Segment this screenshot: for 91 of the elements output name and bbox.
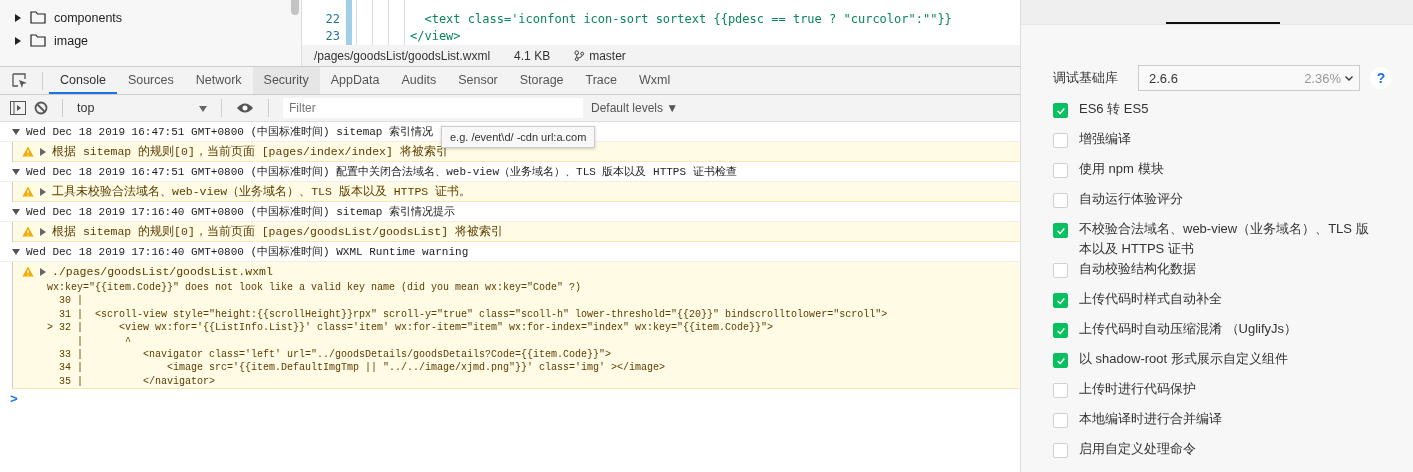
devtools-tab[interactable]: Sources bbox=[116, 67, 185, 94]
context-select[interactable]: top bbox=[77, 101, 207, 115]
devtools-tab[interactable]: Wxml bbox=[628, 67, 682, 94]
library-version-select[interactable]: 2.6.6 2.36% bbox=[1138, 65, 1360, 91]
expand-arrow-icon[interactable] bbox=[12, 167, 20, 176]
checkbox[interactable] bbox=[1053, 413, 1068, 428]
tooltip: e.g. /event\d/ -cdn url:a.com bbox=[441, 126, 596, 148]
eye-icon[interactable] bbox=[236, 102, 254, 114]
warning-message: ./pages/goodsList/goodsList.wxml bbox=[52, 265, 273, 278]
log-group-title[interactable]: Wed Dec 18 2019 17:16:40 GMT+0800 (中国标准时间) WXML Runtime warning bbox=[26, 244, 469, 259]
option-label: 自动校验结构化数据 bbox=[1079, 260, 1197, 278]
line-number: 22 bbox=[324, 11, 340, 28]
log-group-title[interactable]: Wed Dec 18 2019 17:16:40 GMT+0800 (中国标准时间) sitemap 索引情况提示 bbox=[26, 204, 456, 219]
file-size: 4.1 KB bbox=[514, 48, 551, 63]
checkbox[interactable] bbox=[1053, 133, 1068, 148]
devtools-tab[interactable]: Sensor bbox=[447, 67, 509, 94]
checkbox[interactable] bbox=[1053, 223, 1068, 238]
check-icon bbox=[1055, 225, 1066, 236]
expand-arrow-icon[interactable] bbox=[14, 13, 22, 22]
branch-icon bbox=[574, 50, 586, 61]
folder-icon bbox=[30, 11, 46, 24]
expand-arrow-icon[interactable] bbox=[12, 207, 20, 216]
devtools-tab[interactable]: Storage bbox=[508, 67, 575, 94]
field-label: 调试基础库 bbox=[1053, 69, 1119, 87]
line-number: 23 bbox=[324, 28, 340, 45]
warning-icon bbox=[22, 226, 34, 237]
check-icon bbox=[1055, 105, 1066, 116]
sidebar-toggle-icon[interactable] bbox=[10, 101, 26, 115]
filter-field[interactable]: Filter bbox=[283, 98, 583, 118]
branch-name: master bbox=[589, 48, 626, 63]
option-label: 不校验合法域名、web-view（业务域名）、TLS 版本以及 HTTPS 证书 bbox=[1079, 220, 1370, 258]
checkbox[interactable] bbox=[1053, 353, 1068, 368]
devtools-tab[interactable]: Security bbox=[252, 67, 320, 94]
gutter-bar bbox=[346, 0, 352, 45]
option-label: 上传时进行代码保护 bbox=[1079, 380, 1197, 398]
inspect-icon[interactable] bbox=[12, 72, 28, 89]
checkbox[interactable] bbox=[1053, 263, 1068, 278]
file-path: /pages/goodsList/goodsList.wxml bbox=[314, 48, 491, 63]
checkbox[interactable] bbox=[1053, 443, 1068, 458]
option-label: 使用 npm 模块 bbox=[1079, 160, 1165, 178]
levels-dropdown[interactable]: Default levels ▼ bbox=[591, 101, 679, 115]
code-frame-line: 33 | <navigator class='left' url="../goodsDetails/goodsDetails?Code={{item.Code}}"> bbox=[58, 348, 613, 362]
code-frame-line: 35 | </navigator> bbox=[58, 374, 217, 389]
dropdown-arrow-icon[interactable] bbox=[199, 106, 207, 112]
folder-icon bbox=[30, 34, 46, 47]
option-label: 上传代码时样式自动补全 bbox=[1079, 290, 1223, 308]
check-icon bbox=[1055, 295, 1066, 306]
chevron-icon bbox=[1345, 75, 1353, 81]
expand-arrow-icon[interactable] bbox=[12, 247, 20, 256]
checkbox[interactable] bbox=[1053, 293, 1068, 308]
option-label: 本地编译时进行合并编译 bbox=[1079, 410, 1223, 428]
devtools-tab[interactable]: Network bbox=[184, 67, 253, 94]
code-frame-line: 34 | <image src='{{item.DefaultImgTmp || "../../image/xjmd.png"}}' class='img' ></image> bbox=[58, 361, 667, 375]
check-icon bbox=[1055, 325, 1066, 336]
checkbox[interactable] bbox=[1053, 193, 1068, 208]
warning-message: 根据 sitemap 的规则[0]，当前页面 [pages/goodsList/goodsList] 将被索引 bbox=[52, 224, 503, 239]
warning-message: 工具未校验合法域名、web-view（业务域名）、TLS 版本以及 HTTPS 证书。 bbox=[52, 184, 472, 199]
devtools-tab[interactable]: Trace bbox=[574, 67, 629, 94]
checkbox[interactable] bbox=[1053, 383, 1068, 398]
folder-name[interactable]: components bbox=[54, 10, 123, 25]
option-label: ES6 转 ES5 bbox=[1079, 100, 1150, 118]
devtools-tab[interactable]: AppData bbox=[319, 67, 391, 94]
code-frame-line: | ^ bbox=[76, 334, 132, 349]
folder-name[interactable]: image bbox=[54, 33, 89, 48]
code-frame-line: 31 | <scroll-view style="height:{{scrollHeight}}rpx" scroll-y="true" class="scoll-h" lower-threshold="{{20}}" bindscrolltolower="scroll"> bbox=[58, 307, 889, 322]
expand-arrow-icon[interactable] bbox=[12, 127, 20, 136]
code-frame-line: 30 | bbox=[58, 294, 84, 308]
option-label: 上传代码时自动压缩混淆 （UglifyJs） bbox=[1079, 320, 1299, 338]
code-line: </view> bbox=[410, 28, 461, 45]
warning-icon bbox=[22, 186, 34, 197]
scrollbar[interactable] bbox=[291, 0, 299, 15]
warning-icon bbox=[22, 146, 34, 157]
help-button[interactable]: ? bbox=[1370, 67, 1392, 89]
checkbox[interactable] bbox=[1053, 103, 1068, 118]
code-frame-line: > 32 | <view wx:for='{{ListInfo.List}}' class='item' wx:for-item="item" wx:for-index="index" wx:key="{{item.Code}}"> bbox=[46, 321, 775, 335]
console-prompt[interactable]: > bbox=[0, 392, 18, 408]
option-label: 自动运行体验评分 bbox=[1079, 190, 1184, 208]
code-frame-line: wx:key="{{item.Code}}" does not look like a valid key name (did you mean wx:key="Code" ?) bbox=[46, 281, 583, 295]
expand-arrow-icon[interactable] bbox=[14, 36, 22, 45]
clear-icon[interactable] bbox=[34, 101, 48, 115]
log-group-title[interactable]: Wed Dec 18 2019 16:47:51 GMT+0800 (中国标准时间) sitemap 索引情况 bbox=[26, 124, 434, 139]
option-label: 以 shadow-root 形式展示自定义组件 bbox=[1079, 350, 1289, 368]
option-label: 启用自定义处理命令 bbox=[1079, 440, 1197, 458]
log-group-title[interactable]: Wed Dec 18 2019 16:47:51 GMT+0800 (中国标准时间) 配置中关闭合法域名、web-view（业务域名）、TLS 版本以及 HTTPS 证书检查 bbox=[26, 164, 737, 179]
devtools-tab[interactable]: Audits bbox=[390, 67, 448, 94]
code-line: <text class='iconfont icon-sort sortext {{pdesc == true ? "curcolor":""}} bbox=[423, 11, 952, 28]
check-icon bbox=[1055, 355, 1066, 366]
warning-icon bbox=[22, 266, 34, 277]
checkbox[interactable] bbox=[1053, 163, 1068, 178]
checkbox[interactable] bbox=[1053, 323, 1068, 338]
option-label: 增强编译 bbox=[1079, 130, 1132, 148]
